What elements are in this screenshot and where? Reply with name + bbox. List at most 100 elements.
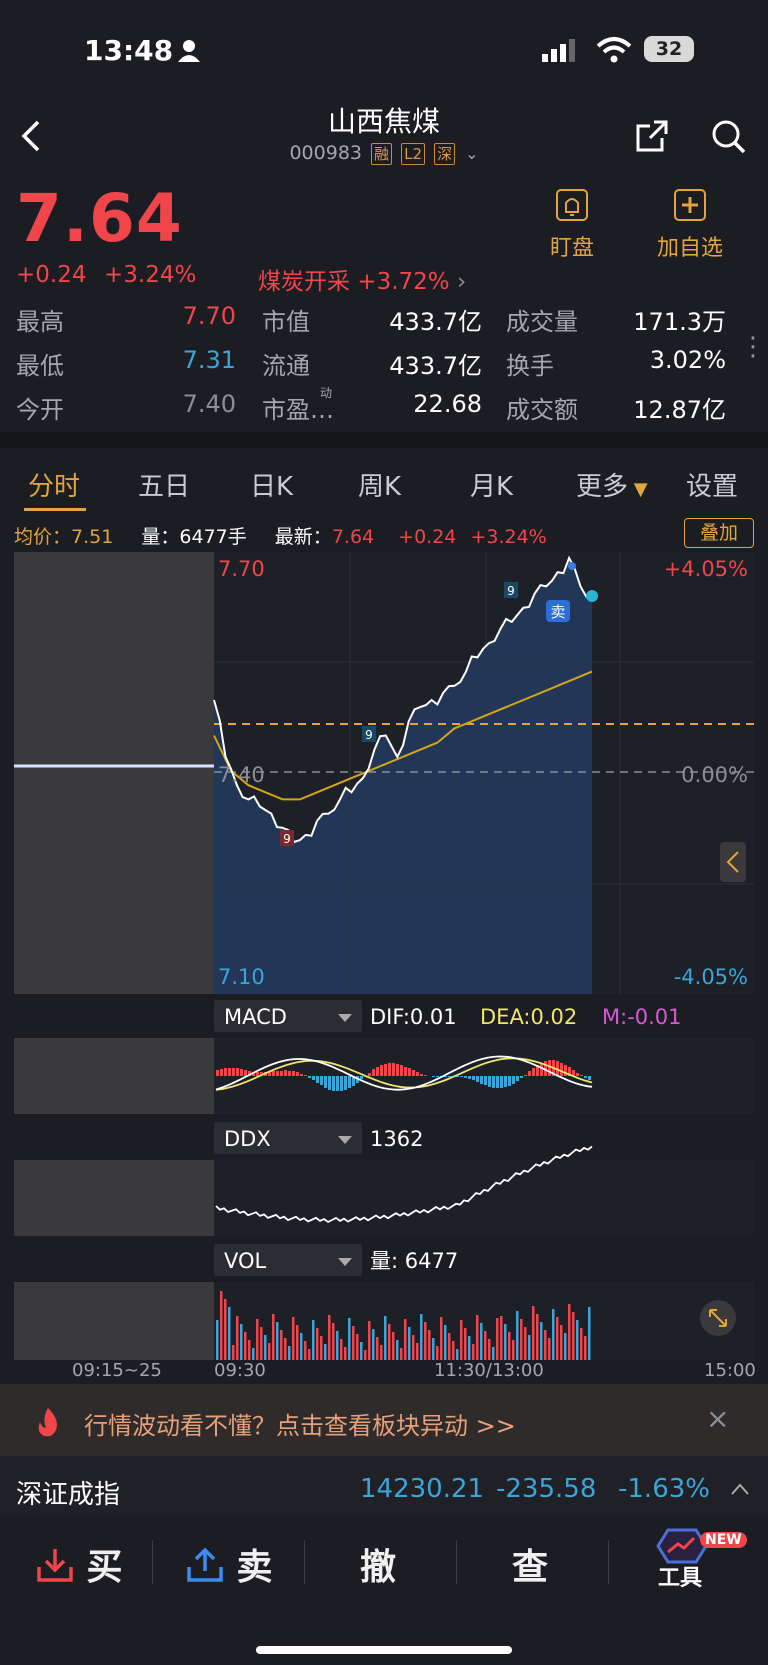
sell-marker[interactable]: 卖 (546, 600, 570, 622)
volume-bar (444, 1325, 447, 1360)
macd-bar (300, 1074, 303, 1076)
sector-link[interactable]: 煤炭开采 +3.72% › (258, 262, 466, 296)
promo-banner[interactable]: 行情波动看不懂？点击查看板块异动 >> × (0, 1384, 768, 1460)
avg-label: 均价： (14, 526, 72, 548)
volume-bar (340, 1339, 343, 1360)
ddx-name: DDX (224, 1127, 271, 1151)
volume-bar (228, 1307, 231, 1360)
latest-label: 最新： (274, 526, 332, 548)
tab-intraday[interactable]: 分时 (28, 466, 80, 503)
macd-bar (380, 1065, 383, 1076)
side-panel-toggle[interactable] (720, 842, 746, 882)
more-dots-icon[interactable]: ⋮ (740, 334, 766, 360)
pct-mid-label: 0.00% (681, 763, 748, 787)
index-value: 14230.21 (360, 1474, 485, 1504)
macd-dif: DIF:0.01 (370, 1005, 457, 1029)
price-change-pct: +3.24% (104, 262, 197, 288)
x-label-close: 15:00 (704, 1360, 756, 1381)
sell-button[interactable]: 卖 (186, 1538, 273, 1590)
x-label-midday: 11:30/13:00 (434, 1360, 544, 1381)
volume-bar (560, 1325, 563, 1360)
person-icon (178, 40, 200, 62)
volume-bar (512, 1340, 515, 1360)
expand-icon[interactable] (700, 1300, 736, 1336)
volume-bar (464, 1328, 467, 1360)
y-top-label: 7.70 (218, 557, 265, 581)
download-icon (37, 1549, 73, 1582)
svg-text:9: 9 (283, 832, 291, 846)
volume-bar (280, 1330, 283, 1360)
watch-button[interactable]: 盯盘 (544, 188, 600, 262)
amount-value: 12.87亿 (633, 396, 726, 424)
macd-bar (588, 1076, 591, 1080)
volume-bar (424, 1322, 427, 1360)
tab-settings[interactable]: 设置 (686, 466, 738, 503)
close-icon[interactable]: × (706, 1402, 729, 1435)
overlay-button[interactable]: 叠加 (684, 518, 754, 548)
amount-label: 成交额 (506, 396, 578, 424)
index-change: -235.58 (496, 1474, 597, 1504)
macd-bar (460, 1076, 463, 1077)
macd-bar (516, 1076, 519, 1081)
latest-point-dot (586, 590, 598, 602)
tag-margin: 融 (371, 143, 393, 165)
macd-bar (332, 1076, 335, 1091)
pe-dynamic-mark: 动 (320, 386, 333, 400)
premarket-area (14, 552, 214, 994)
volume-bar (288, 1346, 291, 1360)
buy-button[interactable]: 买 (36, 1538, 123, 1590)
volume-bar (312, 1320, 315, 1360)
home-indicator (256, 1646, 512, 1654)
volume-bar (496, 1318, 499, 1360)
volume-bar (368, 1321, 371, 1360)
macd-bar (324, 1076, 327, 1088)
vol-premarket (14, 1282, 214, 1360)
tab-weekly-k[interactable]: 周K (358, 466, 401, 503)
volume-bar (256, 1319, 259, 1360)
macd-bar (412, 1070, 415, 1076)
tab-more[interactable]: 更多 ▼ (576, 466, 648, 503)
pct-bottom-label: -4.05% (674, 965, 748, 989)
macd-bar (540, 1063, 543, 1076)
pe-value: 22.68 (413, 390, 482, 418)
tools-button[interactable]: NEW 工具 (650, 1526, 747, 1591)
upload-icon (187, 1547, 223, 1582)
volume-bar (468, 1336, 471, 1360)
tab-daily-k[interactable]: 日K (250, 466, 293, 503)
tab-monthly-k[interactable]: 月K (470, 466, 513, 503)
volume-bar (552, 1309, 555, 1360)
toolbar-separator (456, 1540, 457, 1584)
volume-bar (556, 1317, 559, 1360)
volume-bar (328, 1315, 331, 1360)
volume-bar (416, 1343, 419, 1360)
macd-bar (420, 1074, 423, 1076)
volume-bar (236, 1316, 239, 1360)
macd-bar (336, 1076, 339, 1091)
macd-bar (408, 1068, 411, 1076)
svg-text:9: 9 (365, 728, 373, 742)
macd-bar (236, 1068, 239, 1076)
open-value: 7.40 (182, 390, 236, 418)
chevron-up-icon[interactable] (730, 1482, 750, 1496)
query-button[interactable]: 查 (512, 1538, 548, 1590)
cancel-order-button[interactable]: 撤 (360, 1538, 396, 1590)
volume-bar (264, 1335, 267, 1360)
volume-bar (396, 1340, 399, 1360)
add-label: 加自选 (656, 236, 723, 261)
volume-bar (324, 1344, 327, 1360)
macd-bar (508, 1076, 511, 1086)
volume-bar (272, 1314, 275, 1360)
volume-bar (452, 1341, 455, 1360)
share-icon[interactable] (634, 118, 670, 154)
volume-bar (440, 1317, 443, 1360)
macd-bar (228, 1068, 231, 1076)
high-point-dot (568, 562, 576, 570)
add-watchlist-button[interactable]: 加自选 (652, 188, 728, 262)
x-label-premarket: 09:15~25 (72, 1360, 162, 1381)
volume-bar (284, 1338, 287, 1360)
macd-bar (476, 1076, 479, 1082)
tab-five-day[interactable]: 五日 (138, 466, 190, 503)
high-label: 最高 (16, 308, 64, 336)
chart-legend: 均价：7.51 量：6477手 最新：7.64 +0.24 +3.24% (14, 522, 547, 549)
search-icon[interactable] (710, 118, 748, 156)
